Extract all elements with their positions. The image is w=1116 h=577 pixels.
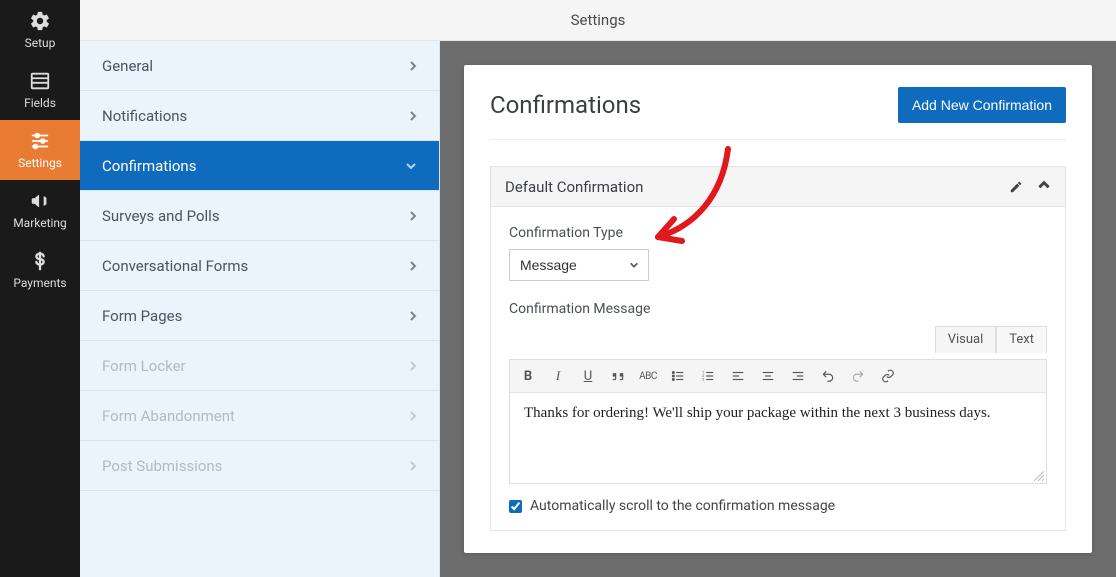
submenu-label: Form Pages: [102, 307, 182, 325]
italic-icon[interactable]: I: [548, 366, 568, 386]
align-right-icon[interactable]: [788, 366, 808, 386]
quote-icon[interactable]: [608, 366, 628, 386]
iconbar-item-settings[interactable]: Settings: [0, 120, 80, 180]
chevron-right-icon: [409, 110, 417, 122]
iconbar-label: Fields: [24, 96, 56, 110]
link-icon[interactable]: [878, 366, 898, 386]
app-root: Setup Fields Settings Marketing Payments: [0, 0, 1116, 577]
confirmation-accordion: Default Confirmation Co: [490, 166, 1066, 531]
iconbar-label: Setup: [25, 36, 56, 50]
autoscroll-label: Automatically scroll to the confirmation…: [530, 498, 835, 514]
chevron-right-icon: [409, 210, 417, 222]
submenu-label: Surveys and Polls: [102, 207, 220, 225]
sliders-icon: [29, 130, 51, 152]
submenu-item-general[interactable]: General: [80, 41, 439, 91]
iconbar-label: Marketing: [13, 216, 67, 230]
submenu-item-post-submissions[interactable]: Post Submissions: [80, 441, 439, 491]
submenu-item-notifications[interactable]: Notifications: [80, 91, 439, 141]
settings-submenu: General Notifications Confirmations Surv…: [80, 41, 440, 577]
editor-tabs: Visual Text: [509, 325, 1047, 352]
dollar-icon: [29, 250, 51, 272]
iconbar-label: Settings: [18, 156, 62, 170]
iconbar-item-fields[interactable]: Fields: [0, 60, 80, 120]
submenu-item-form-abandonment[interactable]: Form Abandonment: [80, 391, 439, 441]
megaphone-icon: [29, 190, 51, 212]
editor-tab-text[interactable]: Text: [996, 326, 1047, 353]
submenu-item-surveys[interactable]: Surveys and Polls: [80, 191, 439, 241]
resize-grip-icon[interactable]: [1034, 471, 1044, 481]
number-list-icon[interactable]: 123: [698, 366, 718, 386]
autoscroll-checkbox[interactable]: [509, 500, 522, 513]
gear-icon: [29, 10, 51, 32]
rich-editor: B I U ABC 123: [509, 359, 1047, 484]
redo-icon[interactable]: [848, 366, 868, 386]
page-title: Settings: [571, 11, 626, 29]
editor-textarea[interactable]: Thanks for ordering! We'll ship your pac…: [510, 393, 1046, 483]
fields-icon: [29, 70, 51, 92]
svg-text:3: 3: [702, 378, 704, 382]
chevron-right-icon: [409, 260, 417, 272]
accordion-body: Confirmation Type Message Confirmation M…: [491, 207, 1065, 530]
chevron-right-icon: [409, 60, 417, 72]
align-center-icon[interactable]: [758, 366, 778, 386]
chevron-right-icon: [409, 310, 417, 322]
accordion-actions: [1009, 180, 1051, 194]
submenu-item-form-pages[interactable]: Form Pages: [80, 291, 439, 341]
autoscroll-checkbox-row[interactable]: Automatically scroll to the confirmation…: [509, 498, 1047, 514]
submenu-label: Post Submissions: [102, 457, 222, 475]
edit-icon[interactable]: [1009, 180, 1023, 194]
page-header: Settings: [80, 0, 1116, 41]
chevron-right-icon: [409, 460, 417, 472]
main-area: Settings General Notifications Confirmat…: [80, 0, 1116, 577]
chevron-down-icon: [405, 162, 417, 170]
editor-toolbar: B I U ABC 123: [510, 360, 1046, 393]
content-columns: General Notifications Confirmations Surv…: [80, 41, 1116, 577]
submenu-label: Form Abandonment: [102, 407, 235, 425]
underline-icon[interactable]: U: [578, 366, 598, 386]
editor-tab-visual[interactable]: Visual: [935, 326, 997, 353]
strike-icon[interactable]: ABC: [638, 366, 658, 386]
iconbar-item-marketing[interactable]: Marketing: [0, 180, 80, 240]
panel-title: Confirmations: [490, 91, 641, 119]
submenu-item-conversational[interactable]: Conversational Forms: [80, 241, 439, 291]
bullet-list-icon[interactable]: [668, 366, 688, 386]
iconbar-label: Payments: [13, 276, 66, 290]
add-confirmation-button[interactable]: Add New Confirmation: [898, 87, 1066, 123]
accordion-title: Default Confirmation: [505, 178, 643, 196]
undo-icon[interactable]: [818, 366, 838, 386]
iconbar-item-setup[interactable]: Setup: [0, 0, 80, 60]
bold-icon[interactable]: B: [518, 366, 538, 386]
chevron-right-icon: [409, 360, 417, 372]
confirmation-message-label: Confirmation Message: [509, 301, 1047, 317]
chevron-right-icon: [409, 410, 417, 422]
confirmations-panel: Confirmations Add New Confirmation Defau…: [464, 65, 1092, 553]
align-left-icon[interactable]: [728, 366, 748, 386]
submenu-item-form-locker[interactable]: Form Locker: [80, 341, 439, 391]
confirmation-type-select-wrap: Message: [509, 249, 649, 281]
accordion-header[interactable]: Default Confirmation: [491, 167, 1065, 207]
primary-iconbar: Setup Fields Settings Marketing Payments: [0, 0, 80, 577]
confirmation-type-select[interactable]: Message: [509, 249, 649, 281]
canvas: Confirmations Add New Confirmation Defau…: [440, 41, 1116, 577]
collapse-icon[interactable]: [1037, 180, 1051, 194]
submenu-label: Form Locker: [102, 357, 186, 375]
panel-header: Confirmations Add New Confirmation: [490, 87, 1066, 140]
submenu-label: General: [102, 57, 153, 75]
iconbar-item-payments[interactable]: Payments: [0, 240, 80, 300]
submenu-item-confirmations[interactable]: Confirmations: [80, 141, 439, 191]
submenu-label: Confirmations: [102, 157, 196, 175]
submenu-label: Conversational Forms: [102, 257, 248, 275]
confirmation-type-label: Confirmation Type: [509, 225, 1047, 241]
submenu-label: Notifications: [102, 107, 187, 125]
